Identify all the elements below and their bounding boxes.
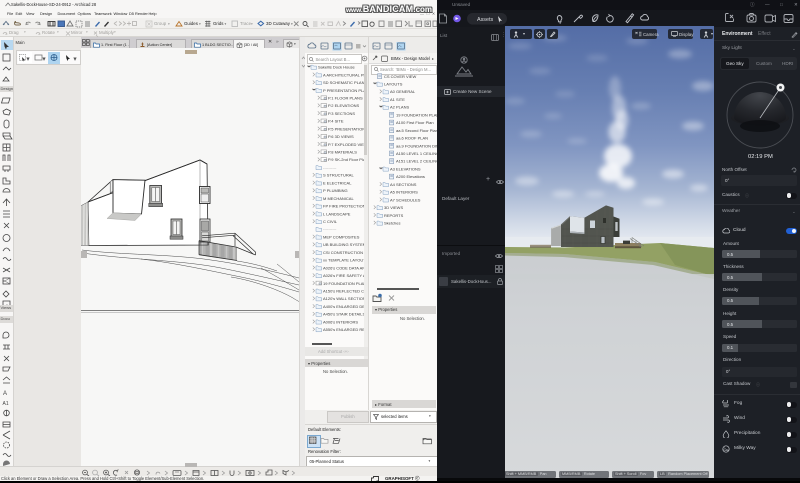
svg-text:Group: Group: [154, 21, 167, 26]
svg-text:▾: ▾: [27, 56, 29, 61]
svg-text:▾: ▾: [199, 22, 201, 26]
svg-text:----------: ----------: [323, 226, 337, 231]
svg-text:Assets: Assets: [477, 17, 493, 23]
svg-text:SD SCHEMATIC PLANS: SD SCHEMATIC PLANS: [323, 80, 367, 85]
svg-text:Guides: Guides: [184, 21, 199, 26]
svg-text:S STRUCTURAL: S STRUCTURAL: [323, 172, 354, 177]
svg-text:A450's STAIR DETAILS: A450's STAIR DETAILS: [323, 311, 366, 316]
svg-text:A120's WALL SECTIONS: A120's WALL SECTIONS: [323, 296, 367, 301]
svg-text:P.6 3D VIEWS: P.6 3D VIEWS: [328, 134, 354, 139]
svg-text:C CIVIL: C CIVIL: [323, 219, 338, 224]
svg-text:▾: ▾: [291, 22, 293, 26]
svg-text:----------: ----------: [323, 164, 337, 169]
svg-text:A2 PLANS: A2 PLANS: [390, 104, 409, 109]
svg-text:A150 LEVEL 1 CEILING P: A150 LEVEL 1 CEILING P: [396, 151, 438, 156]
svg-text:FP FIRE PROTECTION: FP FIRE PROTECTION: [323, 203, 366, 208]
svg-text:A006's INTERIORS: A006's INTERIORS: [323, 319, 358, 324]
svg-text:A026's FIRE SAFETY ANI: A026's FIRE SAFETY ANI: [323, 273, 367, 278]
svg-text:A0 GENERAL: A0 GENERAL: [390, 89, 416, 94]
svg-text:A1: A1: [3, 401, 9, 407]
svg-text:REPORTS: REPORTS: [384, 212, 404, 217]
svg-text:A150's REFLECTED CEIL: A150's REFLECTED CEIL: [323, 288, 367, 293]
svg-text:P.7 EXPLODED VIEWS: P.7 EXPLODED VIEWS: [328, 141, 367, 146]
svg-text:▾: ▾: [168, 22, 170, 26]
svg-text:3D Cutaway: 3D Cutaway: [266, 21, 291, 26]
svg-text:A ARCHITECTURAL PLA: A ARCHITECTURAL PLA: [323, 72, 367, 77]
svg-text:Sketches: Sketches: [384, 220, 400, 225]
svg-text:UB BUILDING SYSTEMS: UB BUILDING SYSTEMS: [323, 242, 367, 247]
svg-text:A3 ELEVATIONS: A3 ELEVATIONS: [390, 166, 421, 171]
svg-text:xx TEMPLATE LAYOUTS: xx TEMPLATE LAYOUTS: [323, 257, 367, 262]
svg-text:CSI CONSTRUCTION TR: CSI CONSTRUCTION TR: [323, 249, 367, 254]
svg-text:MEP COMPOSITES: MEP COMPOSITES: [323, 234, 360, 239]
svg-text:Trace: Trace: [240, 21, 252, 26]
svg-text:▾: ▾: [43, 56, 45, 61]
svg-text:A100 First Floor Plan: A100 First Floor Plan: [396, 120, 434, 125]
svg-text:A026's CODE DATA ANA: A026's CODE DATA ANA: [323, 265, 367, 270]
svg-text:aa.5 Second Floor Plan: aa.5 Second Floor Plan: [396, 127, 438, 132]
svg-text:LAYOUTS: LAYOUTS: [384, 81, 403, 86]
svg-text:19 FOUNDATION PLAN: 19 FOUNDATION PLAN: [323, 280, 366, 285]
svg-text:3D VIEWS: 3D VIEWS: [384, 205, 403, 210]
svg-text:A5 INTERIORS: A5 INTERIORS: [390, 189, 418, 194]
svg-text:L LANDSCAPE: L LANDSCAPE: [323, 211, 351, 216]
svg-text:P.9 SK-2nd Floor Plar: P.9 SK-2nd Floor Plar: [328, 157, 367, 162]
svg-text:CS COVER VIEW: CS COVER VIEW: [384, 73, 416, 78]
svg-text:P.8 MATERIALS: P.8 MATERIALS: [328, 149, 357, 154]
svg-text:E ELECTRICAL: E ELECTRICAL: [323, 180, 352, 185]
svg-text:A151 LEVEL 2 CEILING P: A151 LEVEL 2 CEILING P: [396, 158, 438, 163]
svg-text:P PLUMBING: P PLUMBING: [323, 188, 348, 193]
svg-text:A400's ENLARGED DETA: A400's ENLARGED DETA: [323, 303, 367, 308]
svg-text:P.2 ELEVATIONS: P.2 ELEVATIONS: [328, 103, 359, 108]
svg-text:▾: ▾: [74, 56, 76, 61]
svg-text:A4 SECTIONS: A4 SECTIONS: [390, 181, 417, 186]
svg-text:A: A: [3, 391, 7, 397]
svg-text:P.5 PRESENTATION O: P.5 PRESENTATION O: [328, 126, 367, 131]
svg-text:P.1 FLOOR PLANS: P.1 FLOOR PLANS: [328, 95, 363, 100]
svg-text:▾: ▾: [225, 22, 227, 26]
svg-text:aa.6 ROOF PLAN: aa.6 ROOF PLAN: [396, 135, 428, 140]
svg-text:P PRESENTATION PLAN: P PRESENTATION PLAN: [323, 87, 367, 92]
svg-text:A550's ENLARGED REST: A550's ENLARGED REST: [323, 327, 367, 332]
svg-text:Grids: Grids: [213, 21, 224, 26]
svg-text:A7 SCHEDULES: A7 SCHEDULES: [390, 197, 421, 202]
svg-text:aa.9 FOUNDATION DIME: aa.9 FOUNDATION DIME: [396, 143, 438, 148]
svg-text:M MECHANICAL: M MECHANICAL: [323, 195, 354, 200]
svg-text:▾: ▾: [251, 22, 253, 26]
svg-text:P.3 SECTIONS: P.3 SECTIONS: [328, 110, 355, 115]
svg-text:19 FOUNDATION PLAN: 19 FOUNDATION PLAN: [396, 112, 438, 117]
svg-text:A200 Elevations: A200 Elevations: [396, 174, 425, 179]
svg-text:A1 SITE: A1 SITE: [390, 96, 405, 101]
svg-text:P.4 SITE: P.4 SITE: [328, 118, 344, 123]
svg-text:Sakellis Dock House: Sakellis Dock House: [318, 64, 355, 69]
